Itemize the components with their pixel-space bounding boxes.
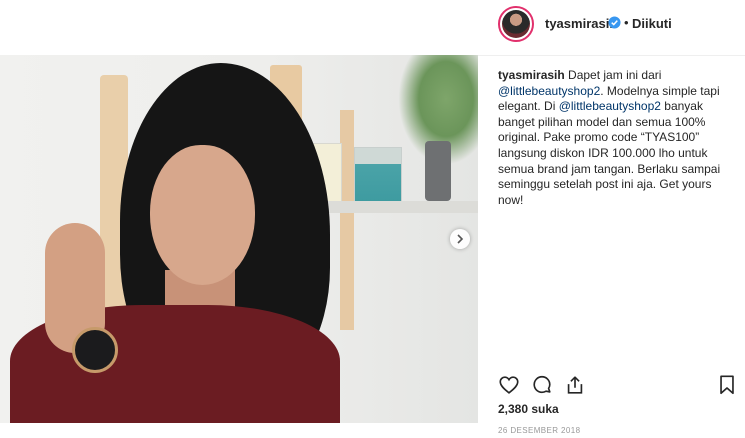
photo-candle-teal [354, 147, 402, 203]
heart-icon[interactable] [498, 374, 520, 396]
share-icon[interactable] [564, 374, 586, 396]
bookmark-icon[interactable] [716, 374, 738, 396]
chevron-right-icon [457, 234, 464, 244]
photo-watch [72, 327, 118, 373]
post-actions [498, 374, 738, 398]
photo-shelf-post [340, 110, 354, 330]
photo-person-face [150, 145, 255, 285]
photo-toy-figure [425, 141, 451, 201]
like-count[interactable]: 2,380 suka [498, 402, 559, 416]
follow-status-button[interactable]: Diikuti [632, 16, 672, 31]
caption-mention-2[interactable]: @littlebeautyshop2 [559, 99, 661, 113]
caption-mention-1[interactable]: @littlebeautyshop2 [498, 84, 600, 98]
caption-text-1: Dapet jam ini dari [564, 68, 662, 82]
next-photo-button[interactable] [450, 229, 470, 249]
post-caption: tyasmirasih Dapet jam ini dari @littlebe… [498, 68, 728, 208]
header-separator: • [624, 15, 629, 30]
caption-username[interactable]: tyasmirasih [498, 68, 565, 82]
post-date[interactable]: 26 DESEMBER 2018 [498, 426, 580, 435]
caption-text-3: banyak banget pilihan model dan semua 10… [498, 99, 721, 207]
avatar[interactable] [498, 6, 534, 42]
verified-badge-icon [608, 16, 621, 29]
avatar-image [502, 10, 530, 38]
comment-icon[interactable] [531, 374, 553, 396]
post-photo[interactable] [0, 55, 478, 423]
header-username[interactable]: tyasmirasih [545, 16, 617, 31]
